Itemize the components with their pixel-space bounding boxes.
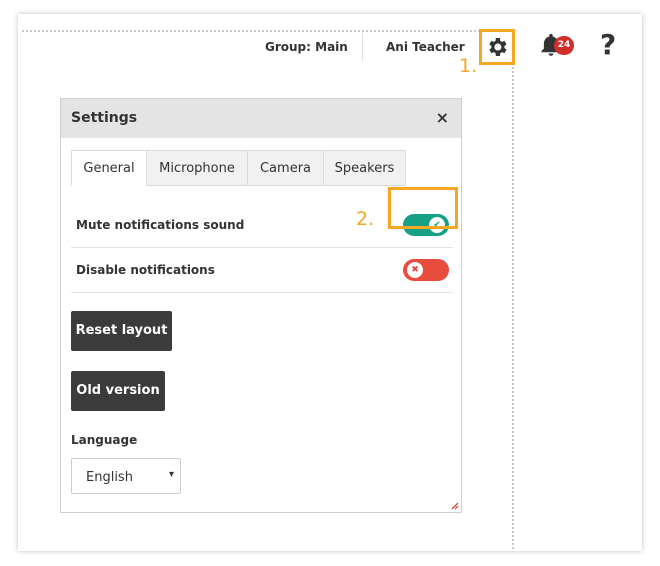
- divider-vertical: [512, 30, 514, 549]
- settings-title: Settings: [71, 110, 138, 126]
- old-version-button[interactable]: Old version: [71, 371, 165, 411]
- help-icon[interactable]: ?: [600, 28, 616, 61]
- step-2-annotation: 2.: [356, 208, 375, 230]
- tab-camera[interactable]: Camera: [247, 150, 324, 186]
- reset-layout-button[interactable]: Reset layout: [71, 311, 172, 351]
- step-1-annotation: 1.: [459, 55, 478, 77]
- setting-row-disable: Disable notifications ✖: [71, 248, 453, 293]
- toggle-highlight: [388, 187, 458, 229]
- language-select[interactable]: English ▾: [71, 458, 181, 494]
- chevron-down-icon: ▾: [168, 469, 174, 480]
- language-value: English: [86, 470, 133, 485]
- cross-icon: ✖: [407, 262, 423, 278]
- gear-icon: [489, 38, 507, 56]
- notification-badge: 24: [554, 36, 574, 55]
- language-label: Language: [71, 433, 138, 447]
- tab-microphone[interactable]: Microphone: [146, 150, 248, 186]
- settings-tabs: General Microphone Camera Speakers: [71, 150, 406, 187]
- app-frame: Group: Main Ani Teacher 1. 24 ? Settings…: [18, 14, 642, 551]
- mute-sound-label: Mute notifications sound: [76, 218, 245, 232]
- divider-horizontal: [22, 30, 512, 32]
- user-name[interactable]: Ani Teacher: [386, 40, 465, 54]
- disable-notifications-toggle[interactable]: ✖: [403, 259, 449, 281]
- tab-general[interactable]: General: [71, 150, 147, 186]
- settings-dialog: Settings × General Microphone Camera Spe…: [60, 98, 462, 513]
- close-icon[interactable]: ×: [436, 108, 449, 127]
- settings-header: Settings ×: [61, 99, 461, 138]
- topbar-separator: [362, 33, 363, 61]
- disable-notifications-label: Disable notifications: [76, 263, 215, 277]
- tab-speakers[interactable]: Speakers: [323, 150, 406, 186]
- settings-button[interactable]: [479, 29, 515, 65]
- resize-handle-icon[interactable]: [451, 502, 459, 510]
- group-label: Group: Main: [265, 40, 348, 54]
